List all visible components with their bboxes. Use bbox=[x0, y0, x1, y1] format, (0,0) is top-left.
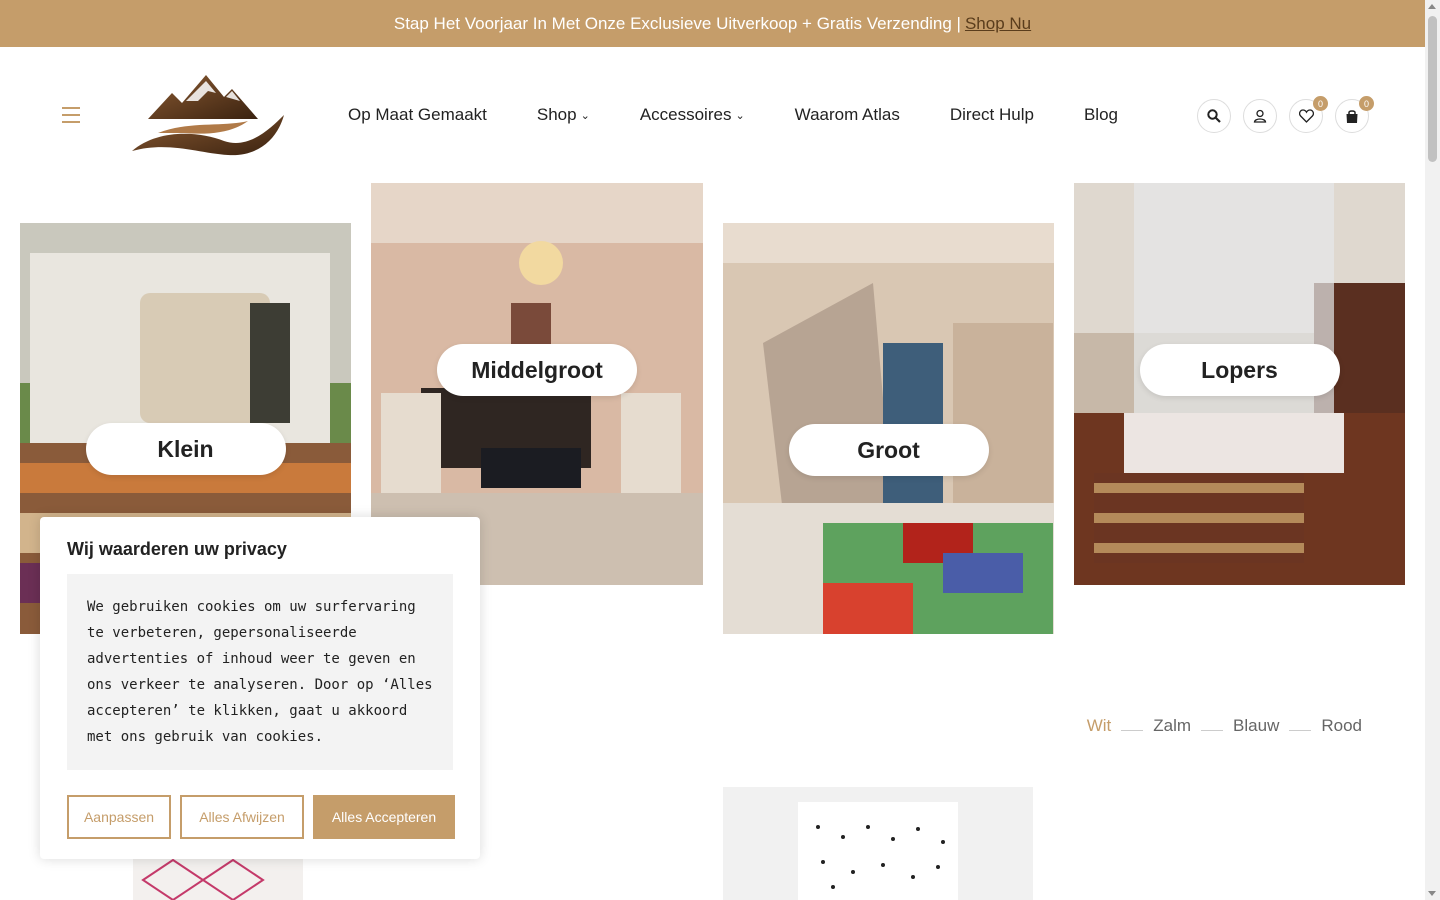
header-icons: 0 0 bbox=[1197, 96, 1374, 133]
user-icon bbox=[1253, 109, 1267, 123]
category-label: Middelgroot bbox=[437, 344, 637, 396]
nav-item-waarom-atlas[interactable]: Waarom Atlas bbox=[795, 105, 900, 125]
main-nav: Op Maat Gemaakt Shop ⌄ Accessoires ⌄ Waa… bbox=[348, 105, 1118, 125]
nav-item-accessoires[interactable]: Accessoires ⌄ bbox=[640, 105, 745, 125]
cookie-buttons: Aanpassen Alles Afwijzen Alles Acceptere… bbox=[67, 795, 455, 839]
category-label: Klein bbox=[85, 423, 286, 475]
filter-divider bbox=[1121, 729, 1144, 731]
nav-item-blog[interactable]: Blog bbox=[1084, 105, 1118, 125]
cookie-reject-button[interactable]: Alles Afwijzen bbox=[180, 795, 304, 839]
cookie-accept-button[interactable]: Alles Accepteren bbox=[313, 795, 455, 839]
product-image bbox=[723, 787, 1033, 900]
nav-item-direct-hulp[interactable]: Direct Hulp bbox=[950, 105, 1034, 125]
announcement-bar: Stap Het Voorjaar In Met Onze Exclusieve… bbox=[0, 0, 1425, 47]
nav-item-shop[interactable]: Shop ⌄ bbox=[537, 105, 590, 125]
color-filter-wit[interactable]: Wit bbox=[1087, 716, 1112, 736]
cart-button[interactable]: 0 bbox=[1335, 96, 1374, 133]
scroll-down-arrow[interactable] bbox=[1428, 891, 1436, 896]
page-scrollbar[interactable] bbox=[1425, 0, 1440, 900]
announcement-text: Stap Het Voorjaar In Met Onze Exclusieve… bbox=[393, 13, 961, 33]
filter-divider bbox=[1201, 729, 1224, 731]
nav-item-label: Accessoires bbox=[639, 105, 732, 124]
category-label: Groot bbox=[788, 424, 989, 476]
search-icon bbox=[1207, 109, 1221, 123]
scrollbar-thumb[interactable] bbox=[1428, 16, 1437, 162]
category-card-groot[interactable]: Groot bbox=[723, 223, 1054, 634]
filter-divider bbox=[1289, 729, 1312, 731]
account-button[interactable] bbox=[1243, 99, 1277, 133]
cart-count-badge: 0 bbox=[1359, 96, 1374, 111]
color-filter-zalm[interactable]: Zalm bbox=[1153, 716, 1191, 736]
search-button[interactable] bbox=[1197, 99, 1231, 133]
cookie-description: We gebruiken cookies om uw surfervaring … bbox=[67, 574, 453, 770]
wishlist-button[interactable]: 0 bbox=[1289, 96, 1328, 133]
category-card-lopers[interactable]: Lopers bbox=[1074, 183, 1405, 585]
announcement-shop-link[interactable]: Shop Nu bbox=[965, 14, 1031, 34]
cookie-consent-dialog: Wij waarderen uw privacy We gebruiken co… bbox=[40, 517, 480, 859]
chevron-down-icon: ⌄ bbox=[735, 109, 745, 122]
category-label: Lopers bbox=[1139, 344, 1340, 396]
color-filter: Wit Zalm Blauw Rood bbox=[1087, 716, 1362, 736]
color-filter-blauw[interactable]: Blauw bbox=[1233, 716, 1279, 736]
brand-logo[interactable] bbox=[128, 71, 288, 159]
wishlist-count-badge: 0 bbox=[1313, 96, 1328, 111]
nav-item-label: Blog bbox=[1083, 105, 1118, 124]
nav-item-label: Shop bbox=[536, 105, 577, 124]
nav-item-label: Waarom Atlas bbox=[794, 105, 900, 124]
nav-item-label: Direct Hulp bbox=[949, 105, 1034, 124]
nav-item-label: Op Maat Gemaakt bbox=[348, 105, 487, 124]
product-card[interactable] bbox=[723, 787, 1033, 900]
shopping-bag-icon bbox=[1346, 109, 1358, 123]
cookie-title: Wij waarderen uw privacy bbox=[67, 539, 287, 559]
hamburger-menu-icon[interactable] bbox=[62, 107, 80, 123]
cookie-customize-button[interactable]: Aanpassen bbox=[67, 795, 171, 839]
nav-item-op-maat[interactable]: Op Maat Gemaakt bbox=[348, 105, 487, 125]
heart-icon bbox=[1298, 109, 1314, 123]
chevron-down-icon: ⌄ bbox=[580, 109, 590, 122]
color-filter-rood[interactable]: Rood bbox=[1321, 716, 1362, 736]
site-header: Op Maat Gemaakt Shop ⌄ Accessoires ⌄ Waa… bbox=[0, 47, 1425, 183]
scroll-up-arrow[interactable] bbox=[1428, 4, 1436, 9]
